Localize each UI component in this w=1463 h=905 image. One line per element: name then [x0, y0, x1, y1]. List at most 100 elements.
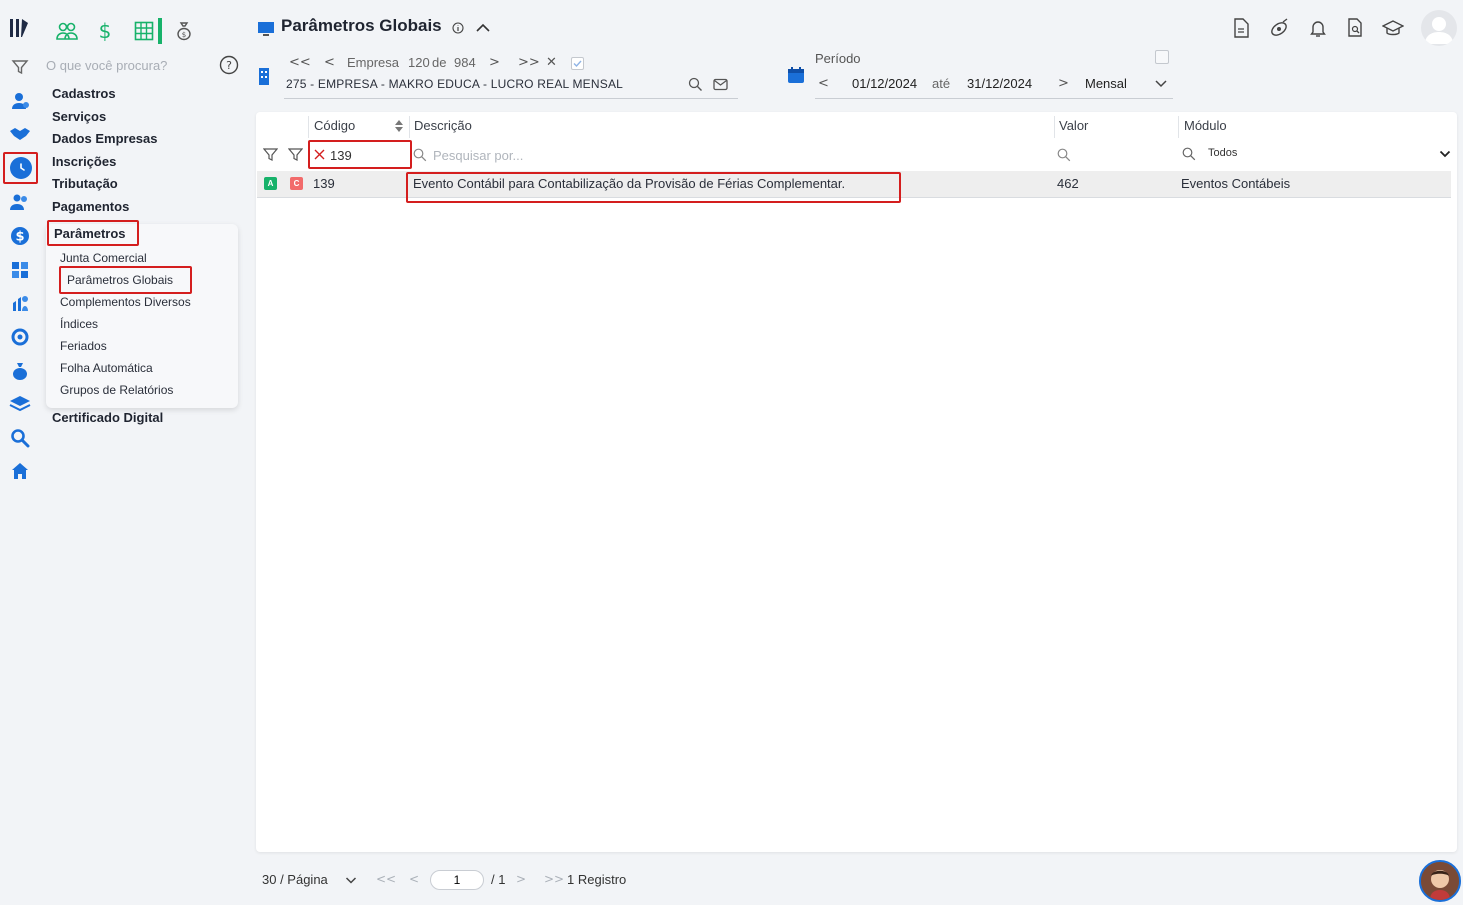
submenu-item-complementos-diversos[interactable]: Complementos Diversos — [60, 295, 191, 309]
chart-person-icon[interactable] — [8, 291, 32, 315]
periodo-until-label: até — [932, 76, 951, 91]
col-header-descricao[interactable]: Descrição — [414, 118, 472, 133]
home-icon[interactable] — [8, 459, 32, 483]
graduation-cap-icon[interactable] — [1382, 17, 1404, 39]
spreadsheet-icon[interactable] — [134, 21, 154, 41]
periodo-checkbox[interactable] — [1155, 50, 1169, 64]
cell-codigo: 139 — [313, 176, 335, 191]
col-sep-3 — [1054, 116, 1055, 138]
grid-panel — [256, 112, 1457, 852]
submenu-item-indices[interactable]: Índices — [60, 317, 98, 331]
periodo-mode[interactable]: Mensal — [1085, 76, 1127, 91]
periodo-underline — [815, 98, 1173, 99]
highlight-codigo-filter — [308, 140, 412, 169]
network-gear-icon[interactable] — [8, 325, 32, 349]
last-page-button[interactable]: >> — [544, 872, 564, 886]
menu-search-input[interactable] — [46, 55, 211, 75]
next-period-button[interactable]: > — [1058, 76, 1069, 91]
total-pages: / 1 — [491, 872, 506, 887]
user-admin-icon[interactable] — [8, 89, 32, 113]
menu-item-pagamentos[interactable]: Pagamentos — [52, 199, 129, 214]
company-checkbox[interactable] — [571, 57, 584, 70]
layers-icon[interactable] — [8, 392, 32, 416]
icon-rail: $ — [0, 0, 40, 905]
rail-clock-active[interactable] — [3, 152, 38, 184]
dollar-icon[interactable]: $ — [8, 224, 32, 248]
empresa-underline — [284, 98, 738, 99]
page-title: Parâmetros Globais — [281, 16, 442, 35]
document-icon[interactable] — [1230, 17, 1252, 39]
descricao-search-icon — [413, 148, 427, 162]
submenu-item-grupos-relatorios[interactable]: Grupos de Relatórios — [60, 383, 173, 397]
svg-text:$: $ — [99, 20, 112, 42]
col-header-valor[interactable]: Valor — [1059, 118, 1088, 133]
submenu-item-folha-automatica[interactable]: Folha Automática — [60, 361, 153, 375]
col-header-modulo[interactable]: Módulo — [1184, 118, 1227, 133]
info-icon[interactable] — [452, 22, 464, 34]
menu-item-inscricoes[interactable]: Inscrições — [52, 154, 116, 169]
last-company-button[interactable]: >> — [518, 55, 540, 70]
empresa-name[interactable]: 275 - EMPRESA - MAKRO EDUCA - LUCRO REAL… — [286, 77, 623, 91]
periodo-end[interactable]: 31/12/2024 — [967, 76, 1032, 91]
periodo-start[interactable]: 01/12/2024 — [852, 76, 917, 91]
col-sep-2 — [409, 116, 410, 138]
prev-page-button[interactable]: < — [409, 872, 419, 886]
menu-item-tributacao[interactable]: Tributação — [52, 176, 118, 191]
page-size-chevron-icon[interactable] — [345, 876, 357, 885]
assistant-avatar[interactable] — [1419, 860, 1461, 902]
filter-icon[interactable] — [8, 55, 32, 79]
filter-funnel-icon[interactable] — [263, 147, 278, 162]
collapse-chevron-up-icon[interactable] — [475, 22, 491, 34]
submenu-item-junta-comercial[interactable]: Junta Comercial — [60, 251, 147, 265]
clock-icon — [9, 157, 32, 179]
money-bag-outline-icon[interactable]: $ — [176, 21, 192, 41]
periodo-label: Período — [815, 51, 861, 66]
page-number-input[interactable] — [430, 870, 484, 890]
money-bag-icon[interactable] — [8, 359, 32, 383]
people-group-icon[interactable] — [56, 21, 78, 41]
highlight-descricao — [406, 172, 901, 203]
modulo-filter-select[interactable]: Todos — [1208, 147, 1237, 159]
submenu-item-feriados[interactable]: Feriados — [60, 339, 107, 353]
document-search-icon[interactable] — [1344, 17, 1366, 39]
col-header-codigo[interactable]: Código — [314, 118, 355, 133]
menu-item-servicos[interactable]: Serviços — [52, 109, 106, 124]
prev-period-button[interactable]: < — [818, 76, 829, 91]
app-logo-icon[interactable] — [8, 16, 32, 40]
monitor-icon — [257, 20, 275, 38]
first-company-button[interactable]: << — [289, 55, 311, 70]
menu-item-cadastros[interactable]: Cadastros — [52, 86, 116, 101]
building-icon — [257, 66, 273, 86]
valor-search-icon[interactable] — [1057, 148, 1071, 162]
highlight-parametros — [47, 220, 139, 246]
users-icon[interactable] — [8, 190, 32, 214]
sort-icon[interactable] — [394, 119, 404, 133]
satellite-icon[interactable] — [1268, 17, 1290, 39]
magnifier-icon[interactable] — [8, 426, 32, 450]
svg-text:$: $ — [182, 31, 186, 39]
filter-funnel-secondary-icon[interactable] — [288, 147, 303, 162]
descricao-filter-input[interactable] — [433, 145, 1033, 165]
calendar-icon — [787, 66, 805, 84]
svg-text:$: $ — [15, 230, 24, 245]
modulo-filter-chevron-icon[interactable] — [1439, 149, 1451, 159]
company-search-icon[interactable] — [688, 77, 703, 92]
first-page-button[interactable]: << — [376, 872, 396, 886]
svg-text:?: ? — [226, 59, 232, 72]
handshake-icon[interactable] — [8, 122, 32, 146]
cell-modulo: Eventos Contábeis — [1181, 176, 1291, 191]
page-size-select[interactable]: 30 / Página — [262, 872, 328, 887]
company-mail-icon[interactable] — [713, 78, 728, 91]
next-company-button[interactable]: > — [489, 55, 500, 70]
dollar-sign-icon[interactable]: $ — [98, 20, 112, 42]
calculator-icon[interactable] — [8, 258, 32, 282]
user-avatar[interactable] — [1421, 10, 1457, 46]
periodo-mode-chevron-icon[interactable] — [1154, 79, 1168, 89]
bell-icon[interactable] — [1307, 17, 1329, 39]
menu-item-certificado-digital[interactable]: Certificado Digital — [52, 410, 163, 425]
clear-company-button[interactable]: ✕ — [546, 55, 557, 70]
next-page-button[interactable]: > — [516, 872, 526, 886]
menu-item-dados-empresas[interactable]: Dados Empresas — [52, 131, 158, 146]
prev-company-button[interactable]: < — [324, 55, 335, 70]
help-icon[interactable]: ? — [219, 55, 239, 75]
